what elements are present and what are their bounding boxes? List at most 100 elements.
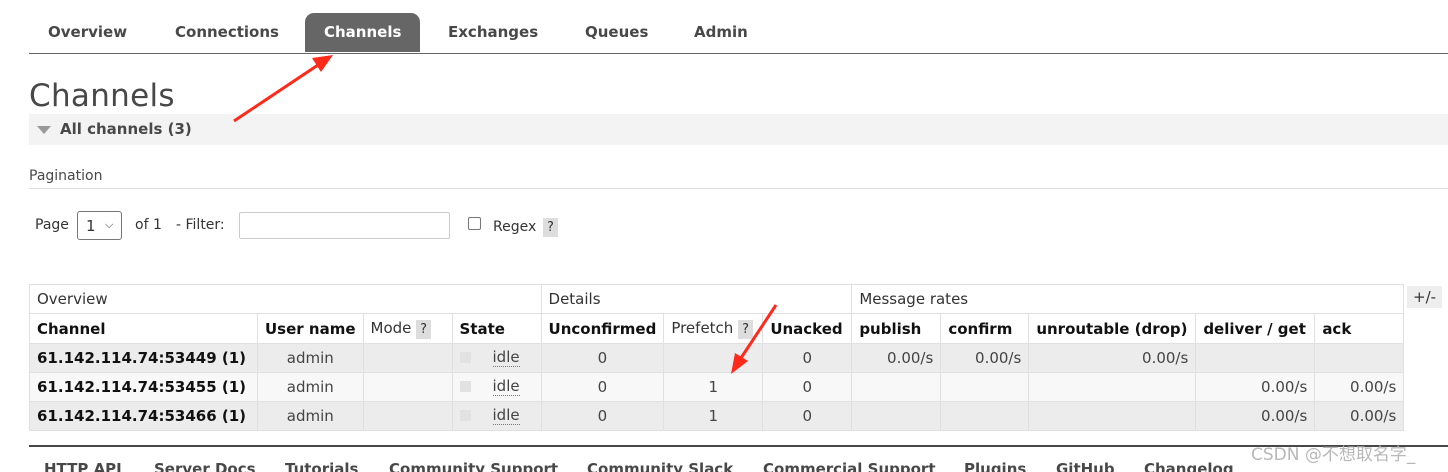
tab-overview[interactable]: Overview — [29, 13, 146, 51]
arrow-to-channels-tab-icon — [233, 55, 333, 123]
filter-input[interactable] — [239, 212, 450, 239]
footer-link-github[interactable]: GitHub — [1056, 460, 1115, 472]
section-label: All channels (3) — [60, 120, 192, 138]
tab-exchanges[interactable]: Exchanges — [429, 13, 557, 51]
footer-link-community-support[interactable]: Community Support — [389, 460, 558, 472]
user-name-cell: admin — [257, 372, 364, 402]
deliver-get-cell: 0.00/s — [1195, 372, 1316, 402]
watermark: CSDN @不想取名字_ — [1251, 445, 1416, 465]
state-text: idle — [492, 377, 520, 396]
footer-link-changelog[interactable]: Changelog — [1144, 460, 1234, 472]
col-unconfirmed[interactable]: Unconfirmed — [540, 313, 665, 344]
ack-cell — [1314, 343, 1405, 373]
publish-cell — [851, 372, 942, 402]
mode-help-button[interactable]: ? — [416, 319, 432, 339]
tab-channels[interactable]: Channels — [305, 13, 421, 52]
channel-link[interactable]: 61.142.114.74:53466 (1) — [29, 401, 258, 431]
page-select[interactable]: 1 ⌵ — [77, 211, 122, 240]
mode-cell — [362, 343, 453, 373]
footer-link-commercial-support[interactable]: Commercial Support — [763, 460, 936, 472]
group-overview: Overview — [29, 284, 542, 314]
page-label: Page — [35, 217, 69, 233]
prefetch-help-button[interactable]: ? — [738, 319, 753, 339]
state-text: idle — [492, 348, 520, 367]
tab-queues[interactable]: Queues — [566, 13, 667, 51]
unacked-cell: 0 — [762, 401, 853, 431]
top-navigation: Overview Connections Channels Exchanges … — [29, 13, 1448, 54]
unconfirmed-cell: 0 — [540, 372, 665, 402]
pagination-controls: Page 1 ⌵ of 1 - Filter: Regex ? — [35, 211, 635, 241]
col-prefetch-label: Prefetch — [671, 318, 734, 337]
unroutable-cell — [1028, 372, 1197, 402]
all-channels-toggle[interactable]: All channels (3) — [29, 114, 1448, 145]
table-row: 61.142.114.74:53449 (1) admin idle 0 0 0… — [29, 343, 1405, 373]
deliver-get-cell: 0.00/s — [1195, 401, 1316, 431]
col-user-name[interactable]: User name — [257, 313, 364, 344]
unacked-cell: 0 — [762, 343, 853, 373]
channels-table: Overview Details Message rates Channel U… — [29, 284, 1405, 431]
regex-label: Regex — [493, 219, 537, 235]
ack-cell: 0.00/s — [1314, 401, 1405, 431]
col-deliver-get[interactable]: deliver / get — [1195, 313, 1316, 344]
page-select-value: 1 — [86, 217, 96, 235]
chevron-down-icon: ⌵ — [105, 218, 114, 231]
confirm-cell: 0.00/s — [940, 343, 1030, 373]
col-publish[interactable]: publish — [851, 313, 942, 344]
deliver-get-cell — [1195, 343, 1316, 373]
col-mode-label: Mode — [370, 318, 412, 337]
col-channel[interactable]: Channel — [29, 313, 258, 344]
state-cell: idle — [451, 343, 542, 373]
unroutable-cell: 0.00/s — [1028, 343, 1197, 373]
mode-cell — [362, 372, 453, 402]
unconfirmed-cell: 0 — [540, 343, 665, 373]
toggle-columns-button[interactable]: +/- — [1407, 286, 1443, 308]
state-cell: idle — [451, 401, 542, 431]
prefetch-cell: 1 — [663, 372, 764, 402]
pagination-heading: Pagination — [29, 168, 1448, 189]
unconfirmed-cell: 0 — [540, 401, 665, 431]
group-details: Details — [540, 284, 853, 314]
table-row: 61.142.114.74:53455 (1) admin idle 0 1 0… — [29, 372, 1405, 402]
footer-link-server-docs[interactable]: Server Docs — [154, 460, 256, 472]
footer-link-community-slack[interactable]: Community Slack — [587, 460, 733, 472]
col-prefetch: Prefetch ? — [663, 313, 764, 344]
state-cell: idle — [451, 372, 542, 402]
state-indicator-icon — [459, 381, 471, 392]
tab-connections[interactable]: Connections — [156, 13, 298, 51]
user-name-cell: admin — [257, 401, 364, 431]
channel-link[interactable]: 61.142.114.74:53455 (1) — [29, 372, 258, 402]
col-unacked[interactable]: Unacked — [762, 313, 853, 344]
page-count-label: of 1 — [135, 217, 162, 233]
unroutable-cell — [1028, 401, 1197, 431]
page-title: Channels — [29, 78, 175, 114]
group-message-rates: Message rates — [851, 284, 1405, 314]
footer: HTTP API Server Docs Tutorials Community… — [29, 445, 1448, 472]
confirm-cell — [940, 372, 1030, 402]
ack-cell: 0.00/s — [1314, 372, 1405, 402]
col-confirm[interactable]: confirm — [940, 313, 1030, 344]
confirm-cell — [940, 401, 1030, 431]
table-row: 61.142.114.74:53466 (1) admin idle 0 1 0… — [29, 401, 1405, 431]
state-indicator-icon — [459, 352, 471, 363]
footer-link-plugins[interactable]: Plugins — [964, 460, 1026, 472]
regex-help-button[interactable]: ? — [543, 218, 558, 237]
prefetch-cell — [663, 343, 764, 373]
user-name-cell: admin — [257, 343, 364, 373]
col-mode: Mode ? — [362, 313, 453, 344]
unacked-cell: 0 — [762, 372, 853, 402]
prefetch-cell: 1 — [663, 401, 764, 431]
footer-link-http-api[interactable]: HTTP API — [44, 460, 122, 472]
regex-checkbox[interactable] — [468, 217, 481, 230]
footer-link-tutorials[interactable]: Tutorials — [285, 460, 358, 472]
state-text: idle — [492, 406, 520, 425]
col-ack[interactable]: ack — [1314, 313, 1405, 344]
col-state[interactable]: State — [451, 313, 542, 344]
filter-label: - Filter: — [176, 217, 225, 233]
publish-cell: 0.00/s — [851, 343, 942, 373]
channel-link[interactable]: 61.142.114.74:53449 (1) — [29, 343, 258, 373]
collapse-triangle-icon — [37, 126, 51, 134]
publish-cell — [851, 401, 942, 431]
col-unroutable[interactable]: unroutable (drop) — [1028, 313, 1197, 344]
state-indicator-icon — [459, 410, 471, 421]
tab-admin[interactable]: Admin — [675, 13, 767, 51]
